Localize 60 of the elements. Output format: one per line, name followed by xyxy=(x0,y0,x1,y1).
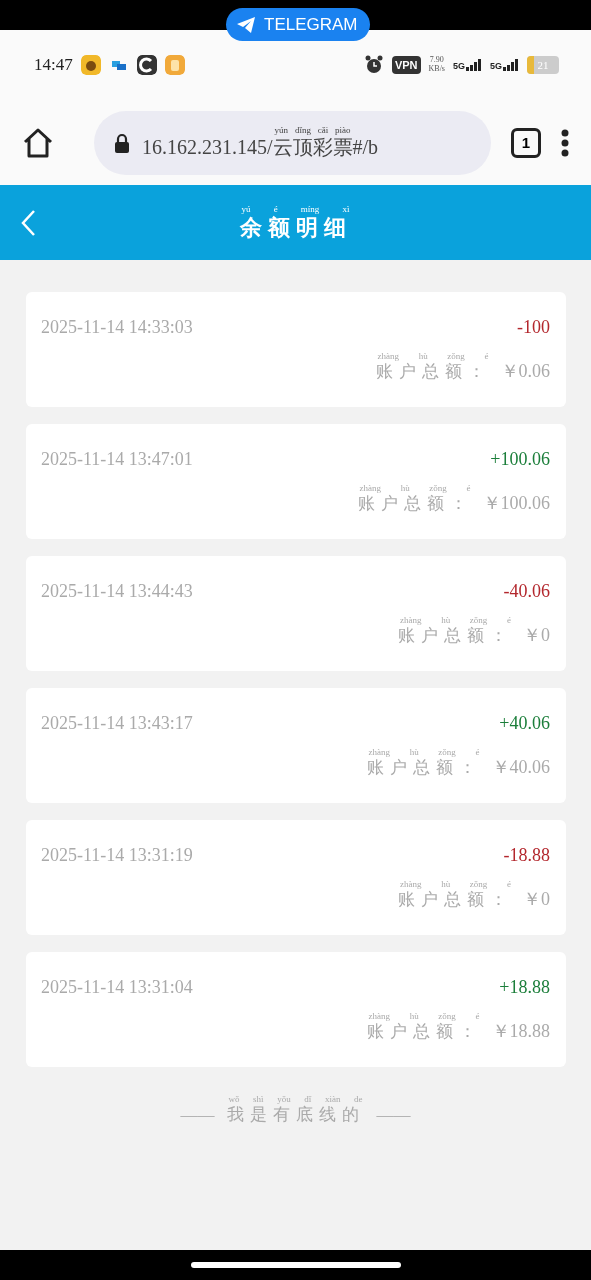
end-of-list-text: 我是有底线的 xyxy=(226,1104,365,1125)
transaction-amount: -100 xyxy=(517,317,550,339)
divider-dash: —— xyxy=(180,1104,215,1125)
pinyin-annotation: zhàng hù zǒng é xyxy=(399,616,512,627)
transaction-amount: +18.88 xyxy=(499,977,550,999)
alarm-icon xyxy=(363,55,384,75)
signal-icon xyxy=(503,59,519,71)
vpn-indicator: VPN xyxy=(391,56,421,74)
pinyin-annotation: yú é míng xì xyxy=(240,204,351,215)
pinyin-annotation: zhàng hù zǒng é xyxy=(399,880,512,891)
balance-value: ￥0 xyxy=(523,889,550,910)
pinyin-annotation: zhàng hù zǒng é xyxy=(367,748,481,759)
transaction-amount: -40.06 xyxy=(503,581,550,603)
lock-icon xyxy=(114,132,130,153)
address-bar[interactable]: 16.162.231.145/ yún dǐng cǎi piào 云顶彩票#/b xyxy=(94,110,491,175)
app-icon xyxy=(164,55,185,75)
divider-dash: —— xyxy=(376,1104,411,1125)
balance-label: 账户总额： xyxy=(398,626,513,646)
transaction-amount: -18.88 xyxy=(503,845,550,867)
signal-icon xyxy=(466,59,482,71)
balance-value: ￥18.88 xyxy=(491,1021,550,1042)
balance-value: ￥40.06 xyxy=(491,757,550,778)
app-icon xyxy=(136,55,157,75)
more-menu-icon[interactable] xyxy=(561,128,569,157)
balance-label: 账户总额： xyxy=(375,362,491,382)
balance-label: 账户总额： xyxy=(366,1022,482,1042)
balance-label: 账户总额： xyxy=(366,758,482,778)
tab-count-button[interactable]: 1 xyxy=(511,127,541,158)
home-icon[interactable] xyxy=(22,127,54,158)
pinyin-annotation: zhàng hù zǒng é xyxy=(376,352,490,363)
balance-value: ￥0.06 xyxy=(500,361,550,382)
transaction-time: 2025-11-14 13:44:43 xyxy=(41,581,193,603)
url-text: 16.162.231.145/ xyxy=(142,135,273,159)
pinyin-annotation: zhàng hù zǒng é xyxy=(367,1012,481,1023)
balance-label: 账户总额： xyxy=(357,494,473,514)
transaction-time: 2025-11-14 13:47:01 xyxy=(41,449,193,471)
balance-value: ￥100.06 xyxy=(482,493,550,514)
app-icon xyxy=(80,55,101,75)
transaction-amount: +100.06 xyxy=(490,449,550,471)
balance-value: ￥0 xyxy=(523,625,550,646)
url-text: #/b xyxy=(352,135,379,159)
transaction-time: 2025-11-14 13:31:19 xyxy=(41,845,193,867)
balance-label: 账户总额： xyxy=(398,890,513,910)
page-title: 余额明细 xyxy=(239,214,352,241)
transaction-time: 2025-11-14 14:33:03 xyxy=(41,317,193,339)
speed-unit: KB/s xyxy=(428,65,445,74)
network-type: 5G xyxy=(452,61,465,71)
clock-time: 14:47 xyxy=(34,55,73,75)
transaction-amount: +40.06 xyxy=(499,713,550,735)
pinyin-annotation: wǒ shì yǒu dǐ xiàn de xyxy=(227,1095,364,1105)
pinyin-annotation: zhàng hù zǒng é xyxy=(358,484,472,495)
network-type: 5G xyxy=(490,61,502,71)
url-text: 云顶彩票 xyxy=(272,135,353,159)
transaction-time: 2025-11-14 13:31:04 xyxy=(41,977,193,999)
paper-plane-icon xyxy=(236,15,256,34)
back-icon[interactable] xyxy=(20,209,36,237)
telegram-badge: TELEGRAM xyxy=(226,8,370,41)
pinyin-annotation: yún dǐng cǎi piào xyxy=(273,126,352,136)
network-speed: 7.90 xyxy=(429,56,444,65)
transaction-time: 2025-11-14 13:43:17 xyxy=(41,713,193,735)
